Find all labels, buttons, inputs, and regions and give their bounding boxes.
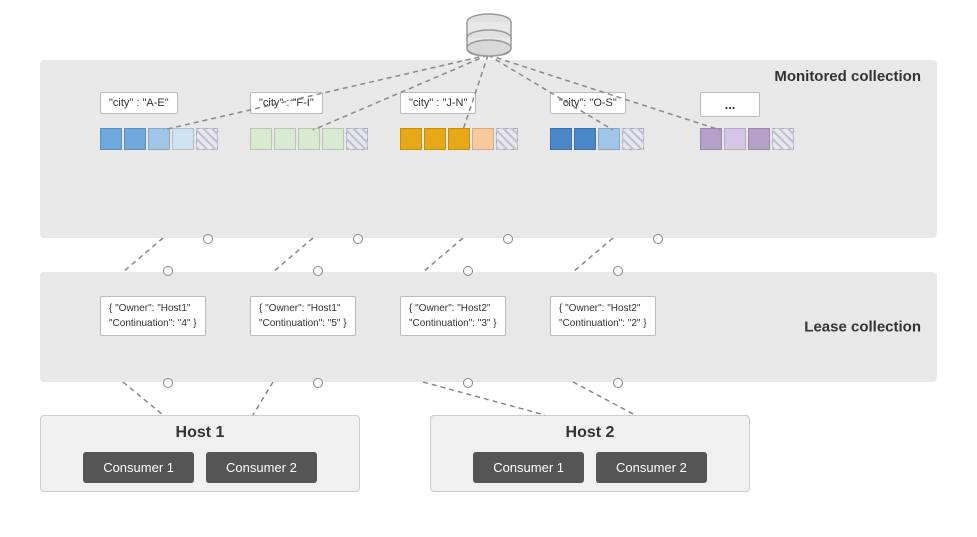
partition-label-1: "city" : "A-E" xyxy=(109,97,169,109)
partition-box-3: "city" : "J-N" xyxy=(400,92,476,114)
block xyxy=(250,128,272,150)
host-2-title: Host 2 xyxy=(447,424,733,442)
block xyxy=(472,128,494,150)
block xyxy=(748,128,770,150)
block xyxy=(424,128,446,150)
color-blocks-3 xyxy=(400,128,518,150)
lease-box-3: { "Owner": "Host2" "Continuation": "3" } xyxy=(400,296,506,336)
block xyxy=(448,128,470,150)
lease-circle-top-2 xyxy=(313,266,323,276)
block xyxy=(124,128,146,150)
block-hatch xyxy=(622,128,644,150)
partition-label-5: ... xyxy=(725,97,736,112)
partition-label-2: "city" : "F-I" xyxy=(259,97,314,109)
partition-box-5: ... xyxy=(700,92,760,117)
lease-box-2: { "Owner": "Host1" "Continuation": "5" } xyxy=(250,296,356,336)
block xyxy=(598,128,620,150)
diagram-wrapper: Monitored collection "city" : "A-E" "cit… xyxy=(0,0,977,537)
lease-owner-2: { "Owner": "Host1" xyxy=(259,301,347,316)
block xyxy=(724,128,746,150)
block xyxy=(148,128,170,150)
host-1-consumers: Consumer 1 Consumer 2 xyxy=(57,452,343,483)
host1-consumer2-button[interactable]: Consumer 2 xyxy=(206,452,317,483)
host2-consumer2-button[interactable]: Consumer 2 xyxy=(596,452,707,483)
block xyxy=(298,128,320,150)
database-icon xyxy=(461,12,517,60)
block-hatch xyxy=(346,128,368,150)
color-blocks-4 xyxy=(550,128,644,150)
lease-box-1: { "Owner": "Host1" "Continuation": "4" } xyxy=(100,296,206,336)
block xyxy=(400,128,422,150)
lease-continuation-3: "Continuation": "3" } xyxy=(409,316,497,331)
partition-box-1: "city" : "A-E" xyxy=(100,92,178,114)
host-2-consumers: Consumer 1 Consumer 2 xyxy=(447,452,733,483)
monitored-zone: Monitored collection "city" : "A-E" "cit… xyxy=(40,60,937,238)
lease-circle-bottom-2 xyxy=(313,378,323,388)
lease-label: Lease collection xyxy=(804,319,921,336)
host2-consumer1-button[interactable]: Consumer 1 xyxy=(473,452,584,483)
block xyxy=(574,128,596,150)
block xyxy=(322,128,344,150)
host-1-zone: Host 1 Consumer 1 Consumer 2 xyxy=(40,415,360,492)
block xyxy=(172,128,194,150)
block xyxy=(700,128,722,150)
color-blocks-1 xyxy=(100,128,218,150)
database-icon-container xyxy=(461,12,517,65)
circle-connector-1 xyxy=(203,234,213,244)
circle-connector-2 xyxy=(353,234,363,244)
lease-continuation-1: "Continuation": "4" } xyxy=(109,316,197,331)
partition-box-2: "city" : "F-I" xyxy=(250,92,323,114)
block xyxy=(550,128,572,150)
monitored-label: Monitored collection xyxy=(774,68,921,85)
lease-continuation-4: "Continuation": "2" } xyxy=(559,316,647,331)
color-blocks-2 xyxy=(250,128,368,150)
circle-connector-3 xyxy=(503,234,513,244)
lease-owner-1: { "Owner": "Host1" xyxy=(109,301,197,316)
circle-connector-4 xyxy=(653,234,663,244)
partition-box-4: "city": "O-S" xyxy=(550,92,626,114)
block-hatch xyxy=(196,128,218,150)
host-2-zone: Host 2 Consumer 1 Consumer 2 xyxy=(430,415,750,492)
lease-circle-bottom-3 xyxy=(463,378,473,388)
lease-zone: Lease collection { "Owner": "Host1" "Con… xyxy=(40,272,937,382)
color-blocks-5 xyxy=(700,128,794,150)
block xyxy=(274,128,296,150)
lease-circle-top-3 xyxy=(463,266,473,276)
block-hatch xyxy=(496,128,518,150)
block xyxy=(100,128,122,150)
host1-consumer1-button[interactable]: Consumer 1 xyxy=(83,452,194,483)
partition-label-3: "city" : "J-N" xyxy=(409,97,467,109)
block-hatch xyxy=(772,128,794,150)
host-1-title: Host 1 xyxy=(57,424,343,442)
partition-label-4: "city": "O-S" xyxy=(559,97,617,109)
lease-circle-top-1 xyxy=(163,266,173,276)
lease-continuation-2: "Continuation": "5" } xyxy=(259,316,347,331)
lease-circle-bottom-4 xyxy=(613,378,623,388)
lease-circle-bottom-1 xyxy=(163,378,173,388)
lease-owner-3: { "Owner": "Host2" xyxy=(409,301,497,316)
lease-circle-top-4 xyxy=(613,266,623,276)
lease-owner-4: { "Owner": "Host2" xyxy=(559,301,647,316)
lease-box-4: { "Owner": "Host2" "Continuation": "2" } xyxy=(550,296,656,336)
